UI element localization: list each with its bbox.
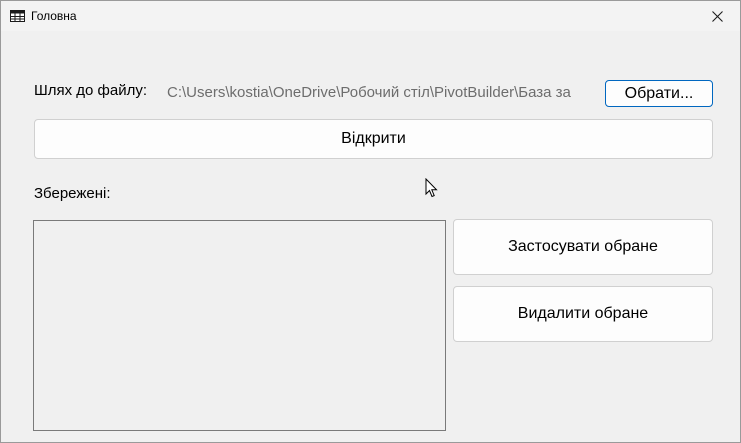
table-grid-icon: [10, 10, 25, 22]
close-button[interactable]: [694, 1, 740, 31]
browse-button[interactable]: Обрати...: [605, 80, 713, 107]
title-bar: Головна: [1, 1, 740, 31]
saved-listbox[interactable]: [33, 220, 446, 431]
mouse-pointer-icon: [425, 178, 438, 198]
saved-label: Збережені:: [34, 185, 111, 202]
file-path-label: Шлях до файлу:: [34, 82, 148, 99]
open-button[interactable]: Відкрити: [34, 119, 713, 159]
delete-selected-button[interactable]: Видалити обране: [453, 286, 713, 342]
window-title: Головна: [31, 9, 77, 23]
apply-selected-button[interactable]: Застосувати обране: [453, 219, 713, 275]
file-path-input[interactable]: [165, 81, 597, 103]
main-window: Головна Шлях до файлу: Обрати... Відкрит…: [0, 0, 741, 443]
close-icon: [711, 10, 723, 22]
